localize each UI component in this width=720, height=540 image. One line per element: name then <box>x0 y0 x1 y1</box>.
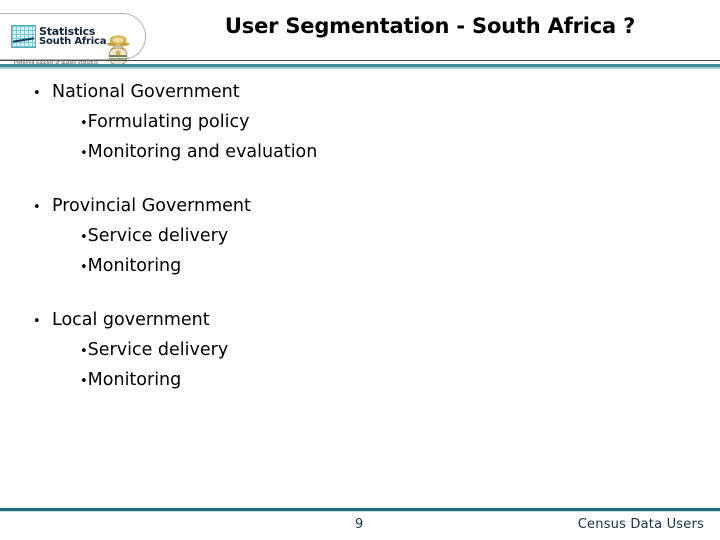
header-divider-dark <box>0 60 720 61</box>
bullet-glyph-icon: • <box>33 314 41 329</box>
sub-bullet-label: Service delivery <box>87 340 229 360</box>
bullet-glyph-icon: • <box>33 86 41 101</box>
sub-bullet-glyph-icon: • <box>80 116 88 131</box>
logo-name-line-2: South Africa <box>39 36 107 47</box>
footer-note: Census Data Users <box>577 517 704 532</box>
slide: Statistics South Africa Preferred suppli… <box>0 0 720 540</box>
sub-bullet-label: Monitoring <box>87 256 182 276</box>
bullet-heading-label: National Government <box>52 82 240 102</box>
statistics-south-africa-logo: Statistics South Africa Preferred suppli… <box>0 13 146 67</box>
bullet-heading: • Provincial Government <box>0 192 720 222</box>
sub-bullet-glyph-icon: • <box>80 344 88 359</box>
bullet-heading: • Local government <box>0 306 720 336</box>
sub-bullet-glyph-icon: • <box>80 230 88 245</box>
sub-bullet: • Monitoring <box>0 252 720 282</box>
sub-bullet-glyph-icon: • <box>80 374 88 389</box>
slide-header: Statistics South Africa Preferred suppli… <box>0 0 720 69</box>
slide-body: • National Government • Formulating poli… <box>0 78 720 498</box>
bullet-heading-label: Provincial Government <box>52 196 251 216</box>
sub-bullet: • Monitoring <box>0 366 720 396</box>
sub-bullet-label: Monitoring and evaluation <box>87 142 318 162</box>
page-number: 9 <box>355 517 364 532</box>
logo-wordmark: Statistics South Africa <box>39 26 107 47</box>
bullet-heading-label: Local government <box>52 310 210 330</box>
sub-bullet: • Service delivery <box>0 222 720 252</box>
bullet-group: • Local government • Service delivery • … <box>0 306 720 396</box>
header-divider-teal-light <box>0 67 720 69</box>
sub-bullet-label: Formulating policy <box>87 112 250 132</box>
bullet-heading: • National Government <box>0 78 720 108</box>
sub-bullet-label: Service delivery <box>87 226 229 246</box>
sub-bullet-glyph-icon: • <box>80 146 88 161</box>
bullet-group: • National Government • Formulating poli… <box>0 78 720 168</box>
sub-bullet-label: Monitoring <box>87 370 182 390</box>
statistics-grid-icon <box>11 25 36 48</box>
page-title: User Segmentation - South Africa ? <box>224 14 636 38</box>
logo-inner: Statistics South Africa <box>11 25 107 48</box>
bullet-glyph-icon: • <box>33 200 41 215</box>
footer-divider-light <box>0 511 720 512</box>
sub-bullet: • Monitoring and evaluation <box>0 138 720 168</box>
bullet-group: • Provincial Government • Service delive… <box>0 192 720 282</box>
sub-bullet-glyph-icon: • <box>80 260 88 275</box>
sub-bullet: • Service delivery <box>0 336 720 366</box>
sub-bullet: • Formulating policy <box>0 108 720 138</box>
